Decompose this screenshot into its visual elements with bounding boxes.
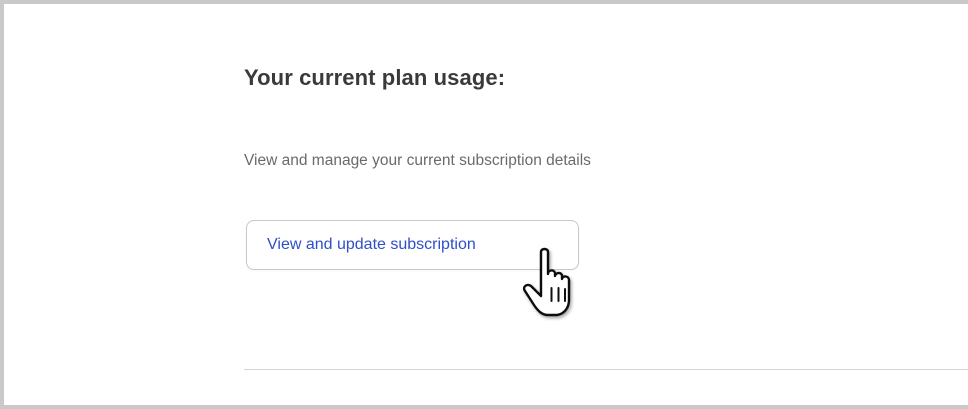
section-divider (244, 369, 968, 370)
plan-usage-title: Your current plan usage: (244, 65, 506, 90)
view-update-subscription-button[interactable]: View and update subscription (246, 220, 579, 270)
plan-usage-card: Your current plan usage: View and manage… (4, 4, 968, 409)
screenshot-frame: Your current plan usage: View and manage… (0, 0, 968, 409)
plan-usage-description: View and manage your current subscriptio… (244, 152, 591, 169)
